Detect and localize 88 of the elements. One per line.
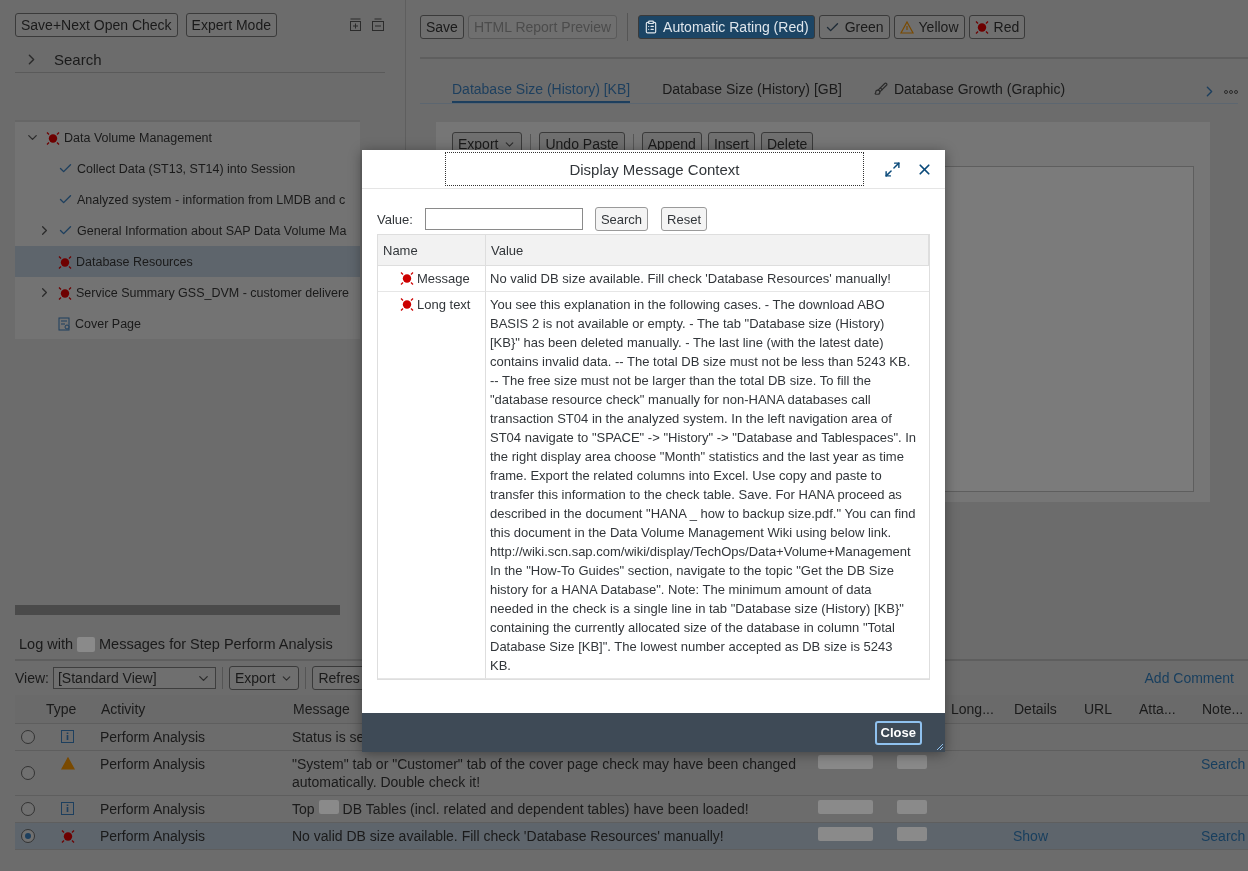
warning-icon: [60, 757, 75, 770]
rating-button[interactable]: Red: [968, 15, 1026, 39]
error-icon: [60, 829, 75, 843]
search-button[interactable]: Search: [594, 207, 649, 231]
error-icon: [58, 285, 72, 300]
value-input[interactable]: [424, 208, 583, 230]
value-label: Value:: [377, 211, 413, 227]
table-cell: Perform Analysis: [100, 800, 206, 818]
column-header[interactable]: URL: [1078, 695, 1133, 723]
brush-icon: [873, 82, 888, 96]
table-cell: Perform Analysis: [100, 728, 206, 746]
close-button[interactable]: Close: [874, 720, 922, 745]
toolbar-button[interactable]: Expert Mode: [185, 13, 277, 37]
redacted-block: [77, 636, 95, 652]
search-link[interactable]: Search: [1201, 827, 1246, 845]
log-title: Log with: [19, 636, 73, 652]
column-header: Name: [378, 235, 486, 266]
document-icon: [58, 316, 71, 331]
table-cell: Perform Analysis: [100, 755, 206, 773]
tab[interactable]: Database Size (History) [GB]: [662, 77, 842, 103]
tree-item[interactable]: Service Summary GSS_DVM - customer delivere: [15, 277, 360, 308]
tab[interactable]: Database Size (History) [KB]: [452, 77, 631, 103]
error-icon: [400, 271, 414, 285]
table-row[interactable]: Perform Analysis No valid DB size available. Fill check 'Database Resources' manually! Show Search: [15, 823, 1248, 850]
more-icon[interactable]: [1224, 88, 1238, 95]
reset-button[interactable]: Reset: [661, 207, 708, 231]
table-cell: No valid DB size available. Fill check 'Database Resources' manually!: [486, 266, 929, 292]
add-comment-link[interactable]: Add Comment: [1144, 670, 1234, 686]
tree-item[interactable]: Collect Data (ST13, ST14) into Session: [15, 153, 360, 184]
log-title: Messages for Step Perform Analysis: [99, 636, 333, 652]
expand-all-icon[interactable]: [349, 18, 363, 32]
export-button[interactable]: Export: [229, 666, 300, 690]
column-header[interactable]: Type: [40, 695, 95, 723]
column-header[interactable]: Details: [1008, 695, 1078, 723]
collapse-all-icon[interactable]: [371, 18, 385, 32]
show-link[interactable]: Show: [1013, 827, 1049, 845]
row-radio[interactable]: [20, 802, 35, 816]
row-radio[interactable]: [20, 829, 35, 843]
redacted-block: [897, 800, 927, 814]
scrollbar[interactable]: [15, 605, 340, 615]
column-header[interactable]: Atta...: [1133, 695, 1196, 723]
column-header[interactable]: Note...: [1196, 695, 1248, 723]
info-icon: [61, 730, 74, 743]
tab[interactable]: Database Growth (Graphic): [873, 77, 1066, 103]
redacted-block: [818, 800, 873, 814]
tree-item[interactable]: Cover Page: [15, 308, 360, 339]
info-icon: [61, 802, 74, 815]
view-select[interactable]: [Standard View]: [53, 667, 216, 689]
redacted-block: [897, 827, 927, 841]
toolbar-button[interactable]: Save: [420, 15, 464, 39]
table-cell: No valid DB size available. Fill check 'Database Resources' manually!: [292, 827, 724, 845]
error-icon: [58, 254, 72, 269]
tree-item[interactable]: Database Resources: [15, 246, 360, 277]
table-cell: Top: [292, 800, 315, 818]
view-label: View:: [15, 670, 49, 686]
column-header[interactable]: Activity: [95, 695, 287, 723]
search-expander[interactable]: Search: [15, 46, 385, 73]
table-cell: Perform Analysis: [100, 827, 206, 845]
tree-item[interactable]: Data Volume Management: [15, 122, 360, 153]
table-cell: DB Tables (incl. related and dependent tables) have been loaded!: [342, 800, 749, 818]
rating-button[interactable]: Yellow: [893, 15, 965, 39]
error-icon: [46, 130, 60, 145]
error-icon: [974, 20, 989, 34]
maximize-icon[interactable]: [884, 160, 901, 178]
search-label: Search: [54, 50, 102, 68]
dialog-title: Display Message Context: [445, 152, 864, 186]
column-header: Value: [486, 235, 929, 266]
redacted-block: [818, 755, 873, 769]
column-header[interactable]: Long...: [945, 695, 1008, 723]
table-cell-text: Long text: [417, 296, 471, 314]
row-radio[interactable]: [20, 730, 35, 744]
row-radio[interactable]: [20, 766, 35, 780]
redacted-block: [318, 800, 339, 814]
rating-button[interactable]: Automatic Rating (Red): [638, 15, 815, 39]
redacted-block: [818, 827, 873, 841]
toolbar-button[interactable]: Save+Next Open Check: [15, 13, 178, 37]
rating-button[interactable]: Green: [818, 15, 890, 39]
search-link[interactable]: Search: [1201, 755, 1246, 773]
resize-grip-icon[interactable]: [936, 743, 944, 751]
table-cell: You see this explanation in the following cases. - The download ABO BASIS 2 is not available or empty. - The tab "Database size (History) [KB}" has been deleted manually. - The last line (with the latest date) contains invalid data. -- The total DB size must not be less than 5243 KB. -- The free size must not be larger than the total DB size. To fill the "database resource check" manually for non-HANA databases call transaction ST04 in the analyzed system. In the left navigation area of ST04 navigate to "SPACE" -> "History" -> "Database and Tablespaces". In the right display area choose "Month" statistics and the last year as time frame. Export the related columns into Excel. Use copy and paste to transfer this information to the check table. Save. For HANA proceed as described in the document "HANA _ how to backup size.pdf." You can find this document in the Data Volume Management Wiki using below link. http://wiki.scn.sap.com/wiki/display/TechOps/Data+Volume+Management In the "How-To Guides" section, navigate to the topic "Get the DB Size history for a HANA Database". Note: The minimum amount of data needed in the check is a single line in tab "Database size (History) [KB}" containing the currently allocated size of the database in column "Total Database Size [KB]". The lowest number accepted as DB size is 5243 KB.: [486, 292, 929, 679]
tree-item[interactable]: General Information about SAP Data Volume Ma: [15, 215, 360, 246]
tree-item[interactable]: Analyzed system - information from LMDB and c: [15, 184, 360, 215]
redacted-block: [897, 755, 927, 769]
error-icon: [400, 297, 414, 311]
table-cell-text: "System" tab or "Customer" tab of the cover page check may have been changed automatically. Double check it!: [292, 755, 797, 791]
table-cell-text: Message: [417, 270, 470, 288]
warning-icon: [899, 20, 914, 34]
clipboard-icon: [644, 20, 659, 34]
